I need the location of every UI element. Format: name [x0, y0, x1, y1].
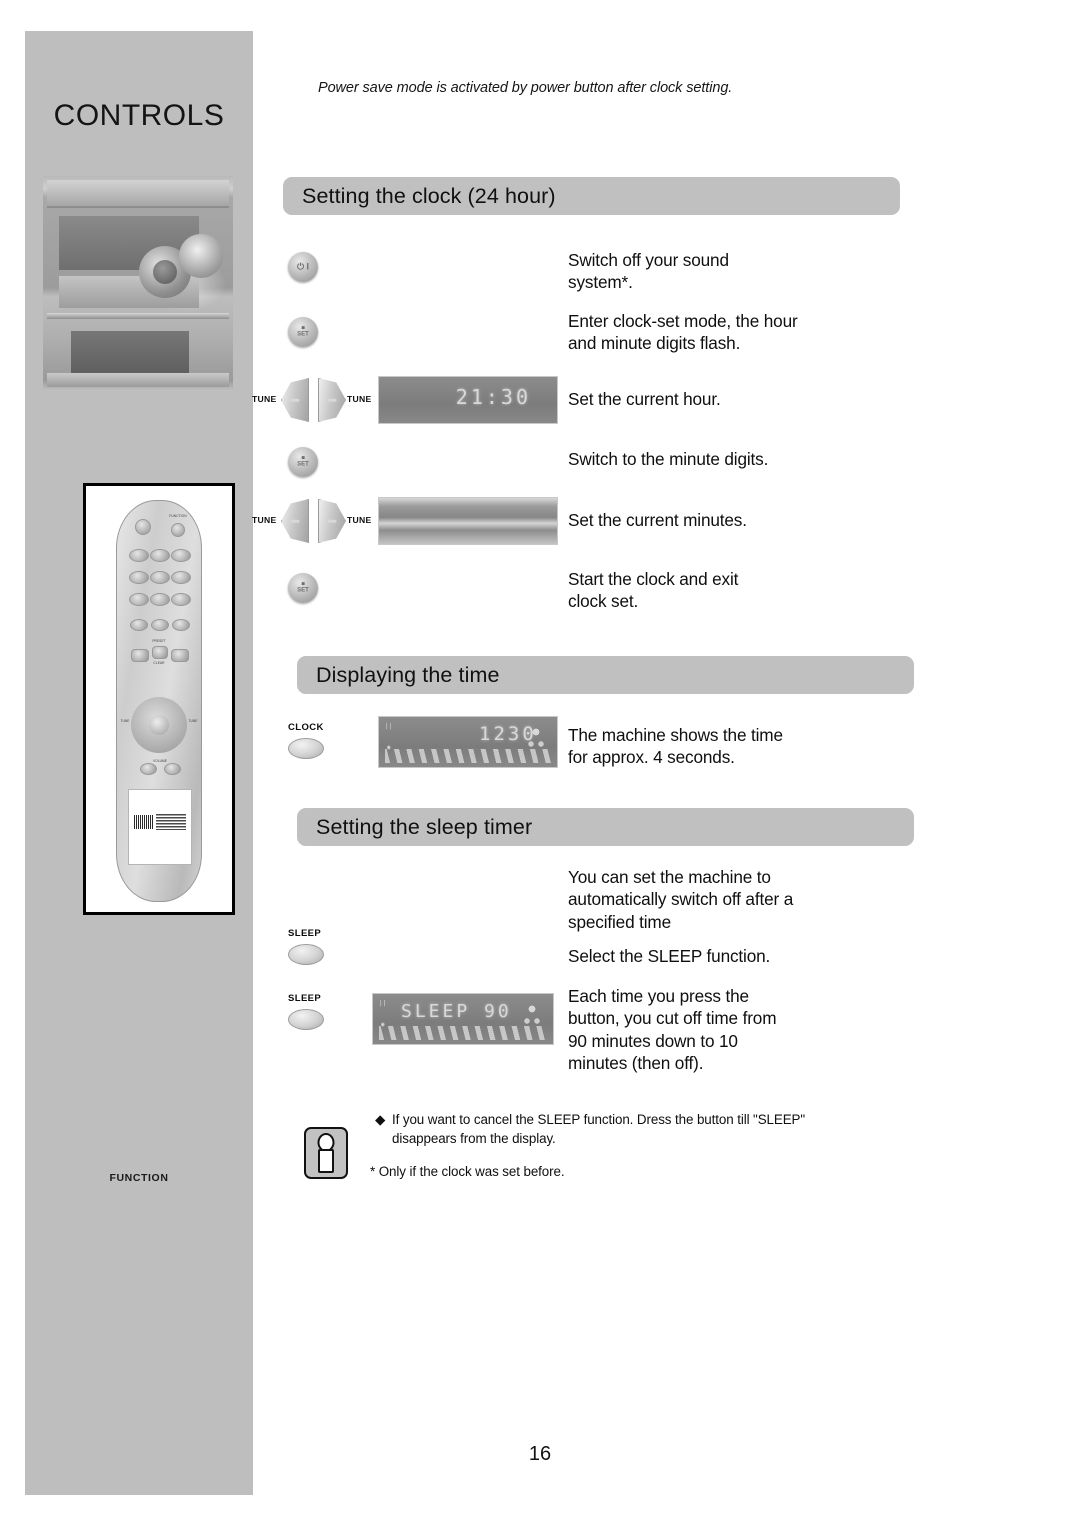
power-icon: ⏻ I — [296, 261, 310, 272]
clock-set-icon: ■ SET — [297, 581, 309, 594]
section-title-clock: Setting the clock (24 hour) — [302, 183, 556, 208]
instruction-text-switch-off: Switch off your sound system*. — [568, 249, 898, 294]
section-header-display-time: Displaying the time — [297, 656, 914, 694]
section-header-sleep-timer: Setting the sleep timer — [297, 808, 914, 846]
note-bullet-icon: ◆ — [375, 1112, 386, 1127]
instruction-text-enter-clock-set: Enter clock-set mode, the hour and minut… — [568, 310, 908, 355]
section-header-clock: Setting the clock (24 hour) — [283, 177, 900, 215]
instruction-text-select-sleep: Select the SLEEP function. — [568, 945, 898, 967]
sleep-button-label-1: SLEEP — [288, 928, 322, 939]
info-icon-stem — [318, 1149, 334, 1173]
note-footnote-clock-set: * Only if the clock was set before. — [370, 1164, 565, 1179]
sleep-button-1[interactable] — [288, 944, 324, 965]
display-sleep-timer: SLEEP 90 || ◉ — [372, 993, 554, 1045]
instruction-line: Enter clock-set mode, the hour and minut… — [568, 311, 798, 354]
clock-button-label: CLOCK — [288, 722, 324, 733]
tune-right-label-1: TUNE — [347, 394, 372, 404]
display-mode-mark: || — [379, 1000, 387, 1007]
display-value-sleep: SLEEP 90 — [401, 1001, 512, 1022]
tune-down-button-2[interactable] — [281, 499, 309, 543]
section-title-sleep-timer: Setting the sleep timer — [316, 814, 533, 839]
tune-right-label-2: TUNE — [347, 515, 372, 525]
instruction-text-shows-time: The machine shows the time for approx. 4… — [568, 724, 898, 769]
clock-button[interactable] — [288, 738, 324, 759]
page-number: 16 — [528, 1443, 552, 1465]
note-cancel-sleep-line1: If you want to cancel the SLEEP function… — [392, 1112, 806, 1127]
minus-icon — [327, 398, 337, 402]
display-clock-time: 1230 || ◉ — [378, 716, 558, 768]
instruction-text-set-hour: Set the current hour. — [568, 388, 898, 410]
display-value-hour: 21:30 — [455, 385, 531, 409]
instruction-text-sleep-cycle: Each time you press the button, you cut … — [568, 985, 908, 1074]
section-title-display-time: Displaying the time — [316, 662, 500, 687]
instruction-text-set-minutes: Set the current minutes. — [568, 509, 898, 531]
note-cancel-sleep-line2: disappears from the display. — [392, 1131, 556, 1146]
instruction-line: Set the current hour. — [568, 389, 721, 409]
tune-left-label-1: TUNE — [252, 394, 277, 404]
display-cd-indicator-icon — [521, 1002, 543, 1028]
instruction-line: Switch to the minute digits. — [568, 449, 769, 469]
clock-set-button-1[interactable]: ■ SET — [288, 317, 318, 347]
display-level-bars — [385, 749, 551, 763]
display-cd-indicator-icon — [525, 725, 547, 751]
info-icon — [304, 1127, 348, 1179]
instruction-text-switch-minutes: Switch to the minute digits. — [568, 448, 908, 470]
instruction-line: Select the SLEEP function. — [568, 946, 771, 966]
sleep-button-label-2: SLEEP — [288, 993, 322, 1004]
clock-set-button-3[interactable]: ■ SET — [288, 573, 318, 603]
clock-set-button-2[interactable]: ■ SET — [288, 447, 318, 477]
instruction-text-sleep-intro: You can set the machine to automatically… — [568, 866, 908, 933]
instruction-text-start-clock: Start the clock and exit clock set. — [568, 568, 898, 613]
display-hour-setting: 21:30 — [378, 376, 558, 424]
power-save-note: Power save mode is activated by power bu… — [318, 80, 733, 96]
instruction-line: You can set the machine to automatically… — [568, 867, 794, 932]
tune-down-button-1[interactable] — [281, 378, 309, 422]
instruction-line: Each time you press the button, you cut … — [568, 986, 777, 1074]
instruction-line: Switch off your sound system*. — [568, 250, 729, 293]
display-mode-mark: || — [385, 723, 393, 730]
tune-up-button-1[interactable] — [318, 378, 346, 422]
sleep-button-2[interactable] — [288, 1009, 324, 1030]
display-level-bars — [379, 1026, 547, 1040]
instruction-line: Set the current minutes. — [568, 510, 747, 530]
instruction-line: Start the clock and exit clock set. — [568, 569, 739, 612]
instruction-line: The machine shows the time for approx. 4… — [568, 725, 783, 768]
tune-left-label-2: TUNE — [252, 515, 277, 525]
minus-icon — [290, 398, 300, 402]
minus-icon — [290, 519, 300, 523]
tune-up-button-2[interactable] — [318, 499, 346, 543]
clock-set-icon: ■ SET — [297, 325, 309, 338]
minus-icon — [327, 519, 337, 523]
display-minute-setting — [378, 497, 558, 545]
power-button[interactable]: ⏻ I — [288, 252, 318, 282]
main-content: Power save mode is activated by power bu… — [0, 0, 1080, 1527]
clock-set-icon: ■ SET — [297, 455, 309, 468]
